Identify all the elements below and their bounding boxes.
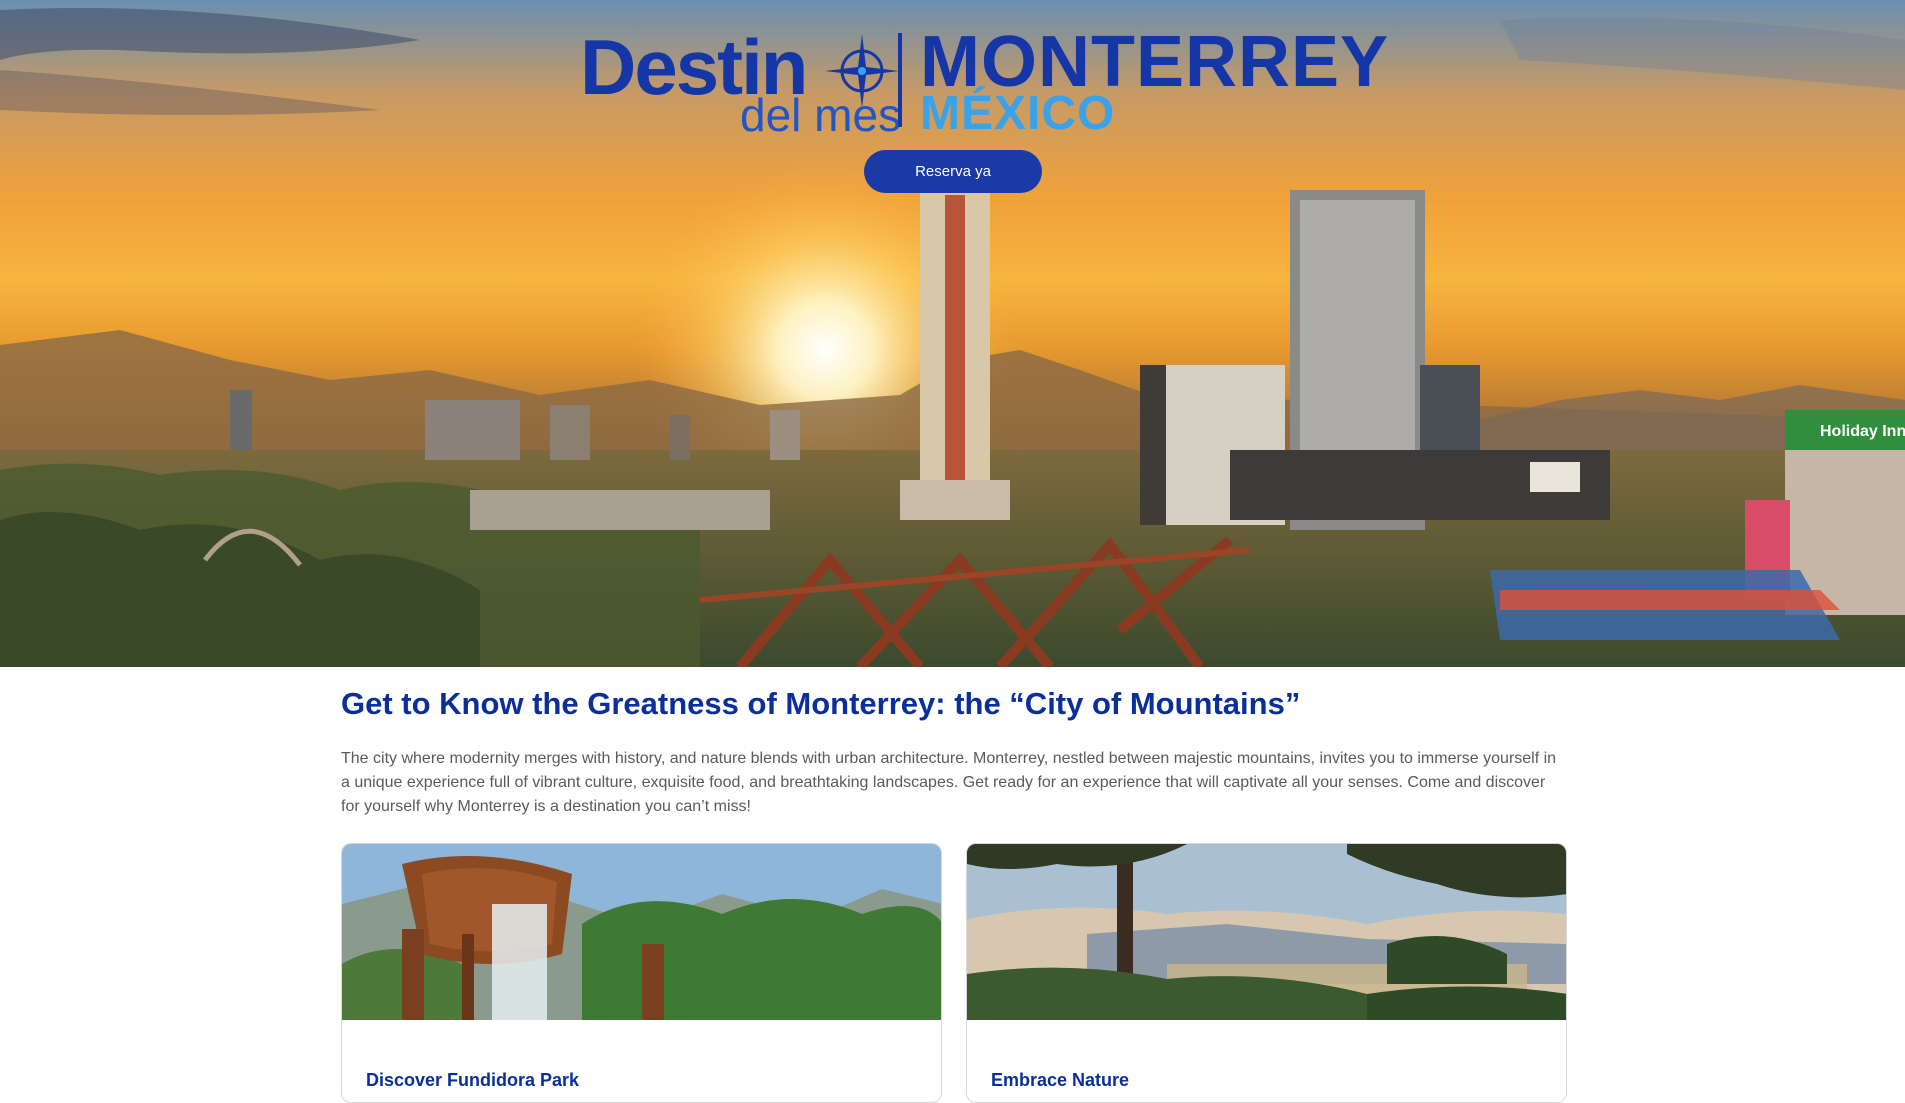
card-fundidora-park[interactable]: Discover Fundidora Park bbox=[341, 843, 942, 1103]
fundidora-park-image bbox=[342, 844, 941, 1020]
embrace-nature-image bbox=[967, 844, 1566, 1020]
page-heading: Get to Know the Greatness of Monterrey: … bbox=[341, 686, 1301, 721]
holiday-inn-sign: Holiday Inn bbox=[1820, 423, 1905, 440]
card-title: Discover Fundidora Park bbox=[366, 1070, 580, 1090]
intro-paragraph: The city where modernity merges with his… bbox=[341, 750, 1557, 815]
card-title: Embrace Nature bbox=[991, 1070, 1130, 1090]
hero-banner: Holiday Inn Destin del mes MONTERREY MÉX… bbox=[0, 0, 1905, 667]
logo-country-text: MÉXICO bbox=[920, 87, 1116, 140]
reserva-ya-button[interactable]: Reserva ya bbox=[864, 150, 1042, 193]
logo-divider bbox=[898, 33, 902, 127]
card-embrace-nature[interactable]: Embrace Nature bbox=[966, 843, 1567, 1103]
logo-del-mes-text: del mes bbox=[740, 89, 902, 141]
card-grid: Discover Fundidora Park Embrace Nature bbox=[341, 843, 1567, 1103]
destino-del-mes-logo: Destin del mes MONTERREY MÉXICO bbox=[580, 26, 1388, 141]
main-content: Get to Know the Greatness of Monterrey: … bbox=[341, 667, 1567, 1103]
